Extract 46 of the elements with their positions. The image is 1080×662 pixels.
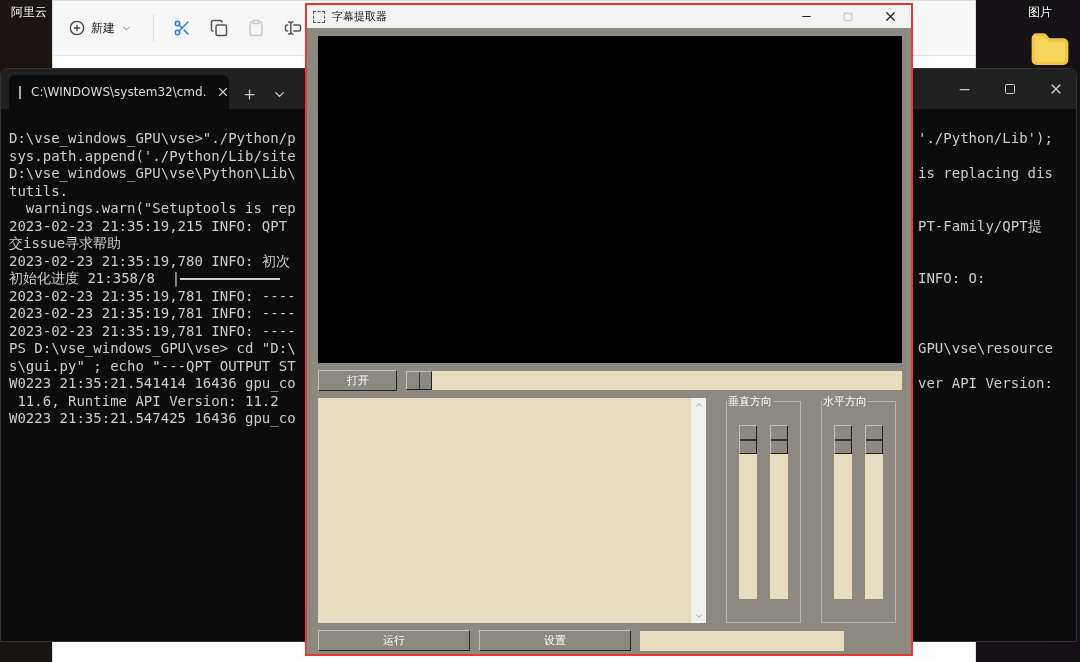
app-icon xyxy=(313,10,325,23)
terminal-text: tutils. xyxy=(9,182,68,200)
vertical-slider[interactable] xyxy=(739,425,758,599)
terminal-text: INFO: O: xyxy=(918,270,986,286)
slider-thumb[interactable] xyxy=(406,371,432,390)
desktop-icon-label[interactable]: 阿里云 xyxy=(11,4,47,21)
plus-circle-icon xyxy=(69,20,85,36)
slider-thumb[interactable] xyxy=(739,425,758,454)
seek-slider[interactable] xyxy=(406,371,902,390)
vertical-slider[interactable] xyxy=(864,425,883,599)
terminal-text: 2023-02-23 21:35:19,780 INFO: 初次 xyxy=(9,252,290,270)
text-cursor-icon[interactable] xyxy=(284,19,302,37)
terminal-text: PT-Family/QPT提 xyxy=(918,217,1042,234)
terminal-text: D:\vse_windows_GPU\vse>"./Python/p xyxy=(9,130,296,148)
terminal-text: 2023-02-23 21:35:19,781 INFO: ---- xyxy=(9,287,296,305)
new-button[interactable]: 新建 xyxy=(67,15,134,41)
terminal-tab[interactable]: C:\WINDOWS\system32\cmd. xyxy=(9,75,229,109)
terminal-text: sys.path.append('./Python/Lib/site xyxy=(9,147,296,165)
terminal-text: W0223 21:35:21.547425 16436 gpu_co xyxy=(9,410,296,428)
vertical-slider[interactable] xyxy=(834,425,853,599)
terminal-text: 初始化进度 21:358/8 | xyxy=(9,270,181,288)
vertical-slider[interactable] xyxy=(769,425,788,599)
scissors-icon[interactable] xyxy=(173,19,191,37)
terminal-text: 2023-02-23 21:35:19,781 INFO: ---- xyxy=(9,305,296,323)
status-field[interactable] xyxy=(640,630,844,651)
terminal-text: 交issue寻求帮助 xyxy=(9,235,122,253)
desktop-icon-label[interactable]: 图片 xyxy=(1028,4,1052,21)
terminal-text: s\gui.py" ; echo "---QPT OUTPUT ST xyxy=(9,357,296,375)
terminal-text: D:\vse_windows_GPU\vse\Python\Lib\ xyxy=(9,165,296,183)
terminal-text: ver API Version: xyxy=(918,375,1053,391)
copy-icon[interactable] xyxy=(210,19,228,37)
terminal-text: warnings.warn("Setuptools is rep xyxy=(24,200,296,218)
terminal-text: 2023-02-23 21:35:19,781 INFO: ---- xyxy=(9,322,296,340)
terminal-text: './Python/Lib'); xyxy=(918,130,1053,146)
slider-thumb[interactable] xyxy=(864,425,883,454)
terminal-text: 11.6, Runtime API Version: 11.2 xyxy=(16,392,279,410)
terminal-text: 2023-02-23 21:35:19,215 INFO: QPT xyxy=(9,217,288,235)
terminal-text: GPU\vse\resource xyxy=(918,340,1053,356)
terminal-text: PS D:\vse_windows_GPU\vse> cd "D:\ xyxy=(9,340,296,358)
group-title: 垂直方向 xyxy=(727,394,773,409)
group-title: 水平方向 xyxy=(822,394,868,409)
slider-thumb[interactable] xyxy=(834,425,853,454)
terminal-text: is replacing dis xyxy=(918,165,1053,181)
terminal-text: W0223 21:35:21.541414 16436 gpu_co xyxy=(9,375,296,393)
slider-thumb[interactable] xyxy=(769,425,788,454)
window-title: 字幕提取器 xyxy=(332,9,388,24)
